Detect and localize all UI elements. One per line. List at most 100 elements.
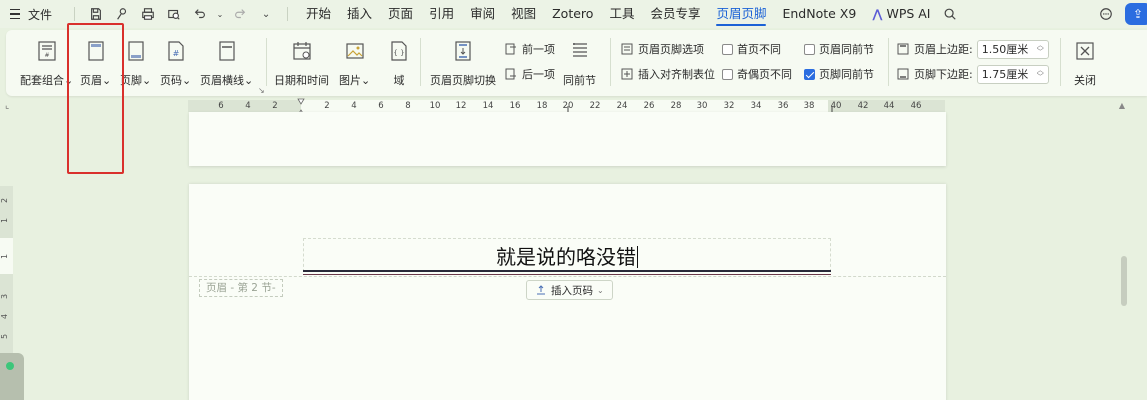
- tab-header-footer[interactable]: 页眉页脚: [708, 0, 774, 28]
- divider: [266, 38, 267, 86]
- quick-access-toolbar: ⌄ ⌄: [68, 3, 294, 25]
- wps-ai-logo-icon: ⋀: [872, 7, 883, 21]
- ruler-tick-label: 6: [378, 101, 384, 111]
- footer-bottom-margin-value: 1.75厘米: [981, 68, 1029, 81]
- tab-insert[interactable]: 插入: [339, 0, 380, 28]
- tab-home[interactable]: 开始: [298, 0, 339, 28]
- footer-bottom-margin-input[interactable]: 1.75厘米 ︿ ﹀: [976, 64, 1049, 84]
- header-top-margin: 页眉上边距: 1.50厘米 ︿ ﹀: [896, 39, 1049, 59]
- wps-ai-label: WPS AI: [886, 6, 931, 21]
- chevron-down-icon[interactable]: ⌄: [215, 3, 225, 25]
- header-top-margin-label: 页眉上边距:: [914, 43, 973, 56]
- ruler-tick-label: 44: [883, 101, 895, 111]
- first-page-different-check[interactable]: [722, 43, 733, 55]
- first-page-different-label: 首页不同: [737, 43, 781, 56]
- page-current[interactable]: 就是说的咯没错 页眉 - 第 2 节- 插入页码 ⌄: [189, 184, 946, 400]
- tab-references[interactable]: 引用: [421, 0, 462, 28]
- ruler-tick-label: 34: [750, 101, 762, 111]
- ruler-tick-label: 18: [536, 101, 548, 111]
- horizontal-ruler[interactable]: 6 4 2 2 4 6 8 10 12 14 16 18 20 22 24 26…: [188, 98, 945, 116]
- print-icon[interactable]: [137, 3, 159, 25]
- insert-page-number-button[interactable]: 插入页码 ⌄: [526, 280, 613, 300]
- print-preview-icon[interactable]: [163, 3, 185, 25]
- ruler-tick-label: 36: [777, 101, 789, 111]
- previous-icon: [505, 43, 516, 55]
- header-footer-switch-button[interactable]: 页眉页脚切换: [430, 36, 496, 92]
- odd-even-different-check[interactable]: [722, 68, 733, 80]
- dialog-launcher-icon[interactable]: ↘: [258, 86, 265, 95]
- field-button[interactable]: { } 域: [386, 36, 412, 92]
- header-top-margin-spinner[interactable]: ︿ ﹀: [1037, 42, 1044, 56]
- tab-tools[interactable]: 工具: [601, 0, 642, 28]
- header-edit-area[interactable]: 就是说的咯没错: [303, 238, 831, 272]
- next-icon: [505, 68, 516, 80]
- footer-icon: [123, 38, 149, 64]
- header-footer-options-button[interactable]: 页眉页脚选项: [620, 39, 704, 59]
- ruler-tick-label: 46: [910, 101, 922, 111]
- insert-align-tab-button[interactable]: 插入对齐制表位: [620, 64, 715, 84]
- divider: [888, 38, 889, 86]
- header-top-margin-input[interactable]: 1.50厘米 ︿ ﹀: [976, 39, 1049, 59]
- header-section-tag: 页眉 - 第 2 节-: [199, 279, 283, 297]
- header-button[interactable]: 页眉⌄: [80, 36, 111, 92]
- file-menu-label: 文件: [28, 7, 53, 22]
- scroll-up-icon[interactable]: ▲: [1119, 101, 1125, 110]
- text-cursor: [637, 246, 638, 268]
- align-tab-label: 插入对齐制表位: [638, 68, 715, 81]
- file-menu[interactable]: 文件: [0, 0, 52, 28]
- combo-button[interactable]: # 配套组合⌄: [20, 36, 73, 92]
- next-item-button[interactable]: 后一项: [504, 64, 555, 84]
- more-icon[interactable]: ⌄: [255, 3, 277, 25]
- footer-bottom-margin-spinner[interactable]: ︿ ﹀: [1037, 67, 1044, 81]
- page-number-button[interactable]: # 页码⌄: [160, 36, 191, 92]
- insert-page-number-label: 插入页码: [551, 284, 593, 297]
- footer-same-as-previous-check[interactable]: [804, 68, 815, 80]
- tab-stop-selector-icon[interactable]: ⌞: [5, 101, 9, 111]
- footer-same-as-previous-checkbox[interactable]: 页脚同前节: [804, 64, 874, 84]
- close-header-footer-button[interactable]: 关闭: [1072, 36, 1098, 92]
- tab-page[interactable]: 页面: [380, 0, 421, 28]
- vertical-scrollbar[interactable]: [1121, 256, 1127, 306]
- ruler-tick-label: 4: [351, 101, 357, 111]
- header-same-as-previous-checkbox[interactable]: 页眉同前节: [804, 39, 874, 59]
- cloud-share-icon[interactable]: ⇪: [1125, 3, 1147, 25]
- tab-review[interactable]: 审阅: [462, 0, 503, 28]
- picture-button[interactable]: 图片⌄: [339, 36, 370, 92]
- first-page-different-checkbox[interactable]: 首页不同: [722, 39, 781, 59]
- odd-even-different-label: 奇偶页不同: [737, 68, 792, 81]
- calendar-icon: [289, 38, 315, 64]
- format-painter-icon[interactable]: [111, 3, 133, 25]
- options-label: 页眉页脚选项: [638, 43, 704, 56]
- same-as-previous-label: 同前节: [563, 74, 596, 87]
- feedback-icon[interactable]: [1095, 3, 1117, 25]
- tab-zotero[interactable]: Zotero: [544, 0, 601, 28]
- ribbon-tabs: 开始 插入 页面 引用 审阅 视图 Zotero 工具 会员专享 页眉页脚 En…: [298, 0, 960, 28]
- side-panel-tab[interactable]: [0, 353, 24, 400]
- search-icon[interactable]: [939, 3, 961, 25]
- divider: [610, 38, 611, 86]
- tab-view[interactable]: 视图: [503, 0, 544, 28]
- datetime-button[interactable]: 日期和时间: [274, 36, 329, 92]
- ribbon-panel: # 配套组合⌄ 页眉⌄ 页脚⌄ # 页码⌄ 页眉横线⌄ ↘ 日期和时间 图片⌄ …: [6, 30, 1147, 96]
- header-text[interactable]: 就是说的咯没错: [304, 241, 830, 270]
- same-as-previous-button[interactable]: 同前节: [563, 36, 596, 92]
- odd-even-different-checkbox[interactable]: 奇偶页不同: [722, 64, 792, 84]
- tab-wps-ai[interactable]: ⋀ WPS AI: [864, 0, 938, 28]
- redo-icon[interactable]: [229, 3, 251, 25]
- previous-item-button[interactable]: 前一项: [504, 39, 555, 59]
- header-line-icon: [214, 38, 240, 64]
- next-label: 后一项: [522, 68, 555, 81]
- page-number-icon: [537, 285, 545, 295]
- save-icon[interactable]: [85, 3, 107, 25]
- page-previous[interactable]: [189, 112, 946, 166]
- header-line-button[interactable]: 页眉横线⌄: [200, 36, 253, 92]
- tab-endnote[interactable]: EndNote X9: [774, 0, 864, 28]
- page-number-icon: #: [163, 38, 189, 64]
- tab-member[interactable]: 会员专享: [642, 0, 708, 28]
- ruler-tick-label: 42: [857, 101, 869, 111]
- footer-button[interactable]: 页脚⌄: [120, 36, 151, 92]
- menu-right: ⇪: [1095, 0, 1147, 28]
- footer-bottom-margin-label: 页脚下边距:: [914, 68, 973, 81]
- undo-icon[interactable]: [189, 3, 211, 25]
- header-same-as-previous-check[interactable]: [804, 43, 815, 55]
